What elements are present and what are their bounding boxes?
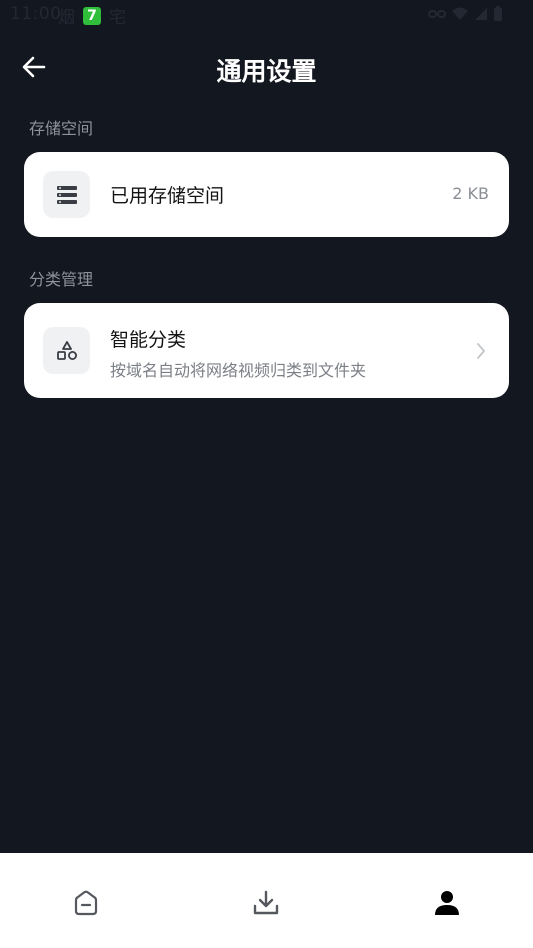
smart-category-subtitle: 按域名自动将网络视频归类到文件夹 xyxy=(110,361,367,380)
app-badge-icon: 7 xyxy=(83,6,101,25)
download-icon xyxy=(253,890,279,915)
shapes-icon xyxy=(56,340,77,360)
section-label-category: 分类管理 xyxy=(29,270,94,289)
chevron-right-icon xyxy=(477,343,485,359)
storage-list-icon xyxy=(56,185,77,204)
status-time: 11:00 xyxy=(10,4,62,24)
system-icons xyxy=(428,6,503,22)
section-label-storage: 存储空间 xyxy=(29,119,94,138)
signal-icon xyxy=(475,8,487,20)
category-icon-container xyxy=(43,327,90,374)
home-icon xyxy=(74,890,98,916)
notification-icons: 烟 7 宅 xyxy=(58,3,126,28)
page-title: 通用设置 xyxy=(216,57,317,86)
storage-usage-card[interactable]: 已用存储空间 2 KB xyxy=(24,152,509,237)
notification-text: 宅 xyxy=(109,8,126,28)
notification-text: 烟 xyxy=(58,8,75,28)
status-bar: 11:00 烟 7 宅 xyxy=(0,0,533,30)
app-header: 通用设置 xyxy=(0,40,533,96)
smart-category-card[interactable]: 智能分类 按域名自动将网络视频归类到文件夹 xyxy=(24,303,509,398)
nav-download-tab[interactable] xyxy=(246,883,286,923)
storage-icon-container xyxy=(43,171,90,218)
wifi-icon xyxy=(452,7,468,20)
storage-item-title: 已用存储空间 xyxy=(110,185,225,207)
battery-icon xyxy=(494,6,502,21)
link-icon xyxy=(428,10,446,18)
profile-icon xyxy=(435,891,459,915)
smart-category-title: 智能分类 xyxy=(110,329,187,351)
nav-home-tab[interactable] xyxy=(66,883,106,923)
nav-profile-tab[interactable] xyxy=(427,883,467,923)
storage-used-value: 2 KB xyxy=(452,184,489,203)
bottom-navigation xyxy=(0,853,533,948)
